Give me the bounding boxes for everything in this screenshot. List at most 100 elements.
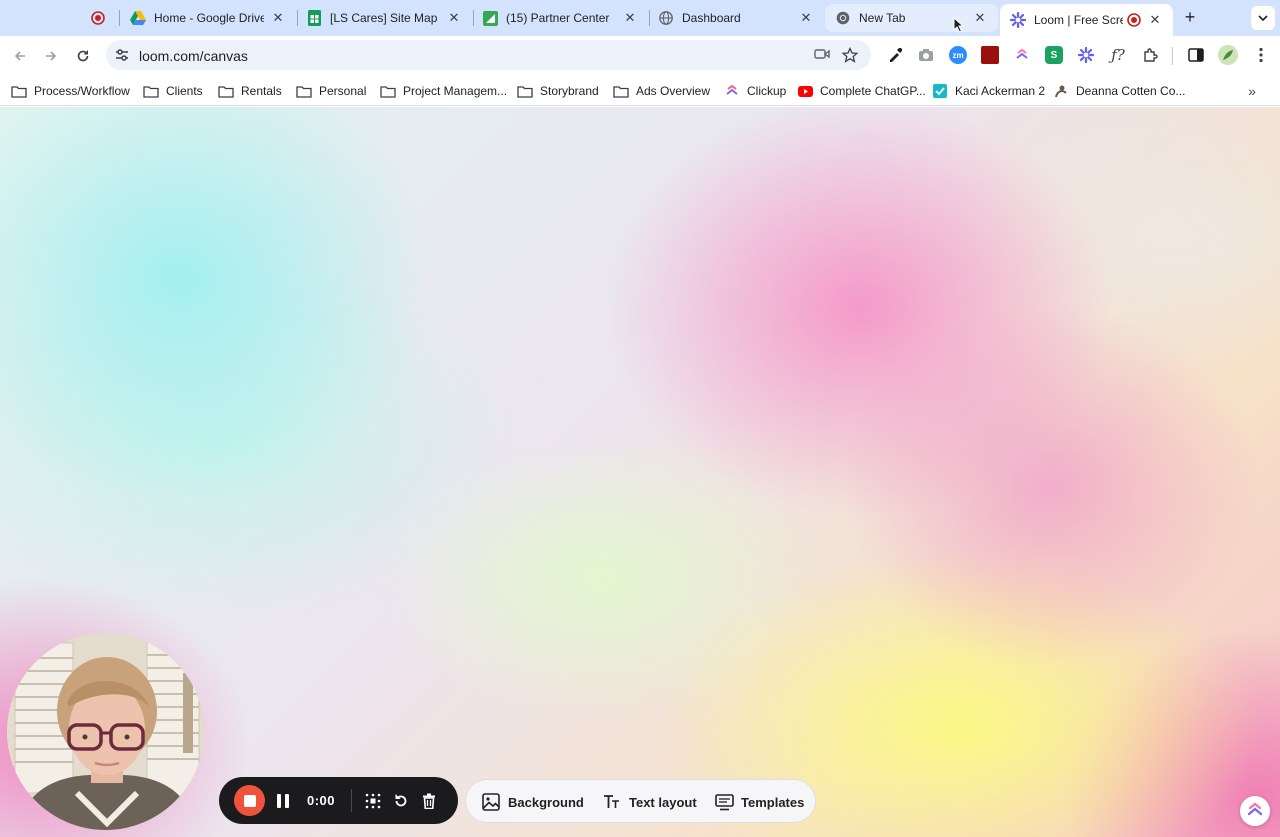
webcam-bubble[interactable] bbox=[7, 633, 204, 830]
tab-title: New Tab bbox=[859, 11, 906, 25]
folder-icon bbox=[296, 84, 312, 98]
bookmarks-overflow-icon[interactable]: » bbox=[1243, 81, 1261, 101]
address-bar[interactable]: loom.com/canvas bbox=[106, 40, 871, 70]
bookmark-personal[interactable]: Personal bbox=[296, 81, 366, 101]
mouse-cursor-icon bbox=[953, 17, 965, 33]
tab-title: (15) Partner Center bbox=[506, 11, 610, 25]
bookmark-storybrand[interactable]: Storybrand bbox=[517, 81, 599, 101]
drawing-tool-button[interactable] bbox=[362, 790, 384, 812]
tab-title: Dashboard bbox=[682, 11, 741, 25]
templates-label: Templates bbox=[741, 794, 805, 810]
tab-google-drive[interactable]: Home - Google Drive ✕ bbox=[120, 4, 296, 32]
restart-icon bbox=[395, 794, 407, 807]
folder-icon bbox=[218, 84, 234, 98]
bookmarks-bar: Process/Workflow Clients Rentals Persona… bbox=[0, 76, 1280, 106]
browser-toolbar: loom.com/canvas zm S ƒ? bbox=[0, 36, 1280, 76]
bookmark-rentals[interactable]: Rentals bbox=[218, 81, 282, 101]
folder-icon bbox=[613, 84, 629, 98]
eyedropper-extension-icon[interactable] bbox=[886, 46, 904, 64]
bookmark-deanna-cotten[interactable]: Deanna Cotten Co... bbox=[1053, 81, 1185, 101]
clickup-extension-icon[interactable] bbox=[1013, 46, 1031, 64]
text-layout-button[interactable]: Text layout bbox=[602, 792, 697, 812]
bookmark-label: Complete ChatGP... bbox=[820, 84, 926, 98]
text-size-icon bbox=[602, 792, 622, 812]
tab-recording[interactable] bbox=[80, 4, 118, 32]
profile-avatar[interactable] bbox=[1218, 45, 1238, 65]
bookmark-label: Project Managem... bbox=[403, 84, 508, 98]
close-icon[interactable]: ✕ bbox=[622, 10, 638, 26]
bookmark-label: Clickup bbox=[747, 84, 787, 98]
close-icon[interactable]: ✕ bbox=[270, 10, 286, 26]
dotted-grid-icon bbox=[365, 793, 381, 809]
bookmark-label: Deanna Cotten Co... bbox=[1076, 84, 1186, 98]
youtube-icon bbox=[797, 84, 813, 98]
folder-icon bbox=[143, 84, 159, 98]
trash-icon bbox=[423, 793, 435, 809]
folder-icon bbox=[11, 84, 27, 98]
control-separator bbox=[351, 789, 352, 812]
delete-button[interactable] bbox=[418, 790, 440, 812]
floating-clickup-button[interactable] bbox=[1240, 796, 1270, 826]
tab-strip: Home - Google Drive ✕ [LS Cares] Site Ma… bbox=[0, 0, 1280, 36]
camera-extension-icon[interactable] bbox=[917, 46, 935, 64]
bookmark-clients[interactable]: Clients bbox=[143, 81, 203, 101]
more-menu-icon[interactable] bbox=[1252, 46, 1270, 64]
video-camera-icon[interactable] bbox=[814, 47, 830, 63]
bookmark-project-management[interactable]: Project Managem... bbox=[380, 81, 507, 101]
tab-partner-center[interactable]: (15) Partner Center ✕ bbox=[472, 4, 648, 32]
person-app-icon bbox=[1053, 84, 1069, 98]
tab-dashboard[interactable]: Dashboard ✕ bbox=[648, 4, 824, 32]
bookmark-complete-chatgpt[interactable]: Complete ChatGP... bbox=[797, 81, 926, 101]
sheets-extension-icon[interactable]: S bbox=[1045, 46, 1063, 64]
bookmark-ads-overview[interactable]: Ads Overview bbox=[613, 81, 710, 101]
text-layout-label: Text layout bbox=[629, 794, 697, 810]
stop-recording-button[interactable] bbox=[234, 785, 265, 816]
site-settings-icon[interactable] bbox=[114, 47, 130, 63]
formula-extension-icon[interactable]: ƒ? bbox=[1109, 46, 1127, 64]
recording-dot-icon bbox=[90, 10, 106, 26]
bookmark-label: Kaci Ackerman 2 bbox=[955, 84, 1046, 98]
tab-title: Home - Google Drive bbox=[154, 11, 264, 25]
bookmark-clickup[interactable]: Clickup bbox=[724, 81, 786, 101]
background-button[interactable]: Background bbox=[481, 792, 584, 812]
extensions-puzzle-icon[interactable] bbox=[1141, 46, 1159, 64]
templates-button[interactable]: Templates bbox=[714, 792, 804, 812]
forward-button[interactable] bbox=[39, 44, 63, 68]
tab-search-button[interactable] bbox=[1251, 6, 1275, 30]
reload-button[interactable] bbox=[71, 44, 95, 68]
bookmark-label: Storybrand bbox=[540, 84, 599, 98]
zoom-extension-icon[interactable]: zm bbox=[949, 46, 967, 64]
monitor-icon bbox=[714, 792, 734, 812]
bookmark-kaci-ackerman[interactable]: Kaci Ackerman 2 bbox=[932, 81, 1045, 101]
url-text[interactable]: loom.com/canvas bbox=[139, 48, 248, 64]
bookmark-star-icon[interactable] bbox=[841, 46, 859, 63]
reload-icon bbox=[77, 50, 89, 62]
tab-site-map[interactable]: [LS Cares] Site Map - G ✕ bbox=[296, 4, 472, 32]
tab-loom[interactable]: Loom | Free Screen ✕ bbox=[1000, 4, 1173, 36]
tab-title: Loom | Free Screen bbox=[1034, 13, 1123, 27]
canvas-options-bar: Background Text layout Templates bbox=[465, 779, 816, 823]
close-icon[interactable]: ✕ bbox=[798, 10, 814, 26]
close-icon[interactable]: ✕ bbox=[972, 10, 988, 26]
bookmark-process-workflow[interactable]: Process/Workflow bbox=[11, 81, 130, 101]
google-drive-icon bbox=[130, 10, 146, 26]
red-square-extension-icon[interactable] bbox=[981, 46, 999, 64]
new-tab-button[interactable]: + bbox=[1180, 8, 1200, 28]
bookmark-label: Ads Overview bbox=[636, 84, 711, 98]
bookmark-label: Personal bbox=[319, 84, 367, 98]
pause-button[interactable] bbox=[272, 790, 294, 812]
google-sheets-icon bbox=[306, 10, 322, 26]
close-icon[interactable]: ✕ bbox=[1147, 12, 1163, 28]
back-button[interactable] bbox=[8, 44, 32, 68]
restart-button[interactable] bbox=[390, 790, 412, 812]
recording-controls: 0:00 bbox=[219, 777, 458, 824]
recording-dot-icon bbox=[1127, 13, 1141, 27]
stop-icon bbox=[243, 794, 256, 807]
checkbox-app-icon bbox=[932, 84, 948, 98]
side-panel-icon[interactable] bbox=[1187, 46, 1205, 64]
close-icon[interactable]: ✕ bbox=[446, 10, 462, 26]
tab-new-tab[interactable]: New Tab ✕ bbox=[825, 4, 998, 32]
globe-icon bbox=[658, 10, 674, 26]
bookmark-label: Rentals bbox=[241, 84, 282, 98]
loom-extension-icon[interactable] bbox=[1077, 46, 1095, 64]
